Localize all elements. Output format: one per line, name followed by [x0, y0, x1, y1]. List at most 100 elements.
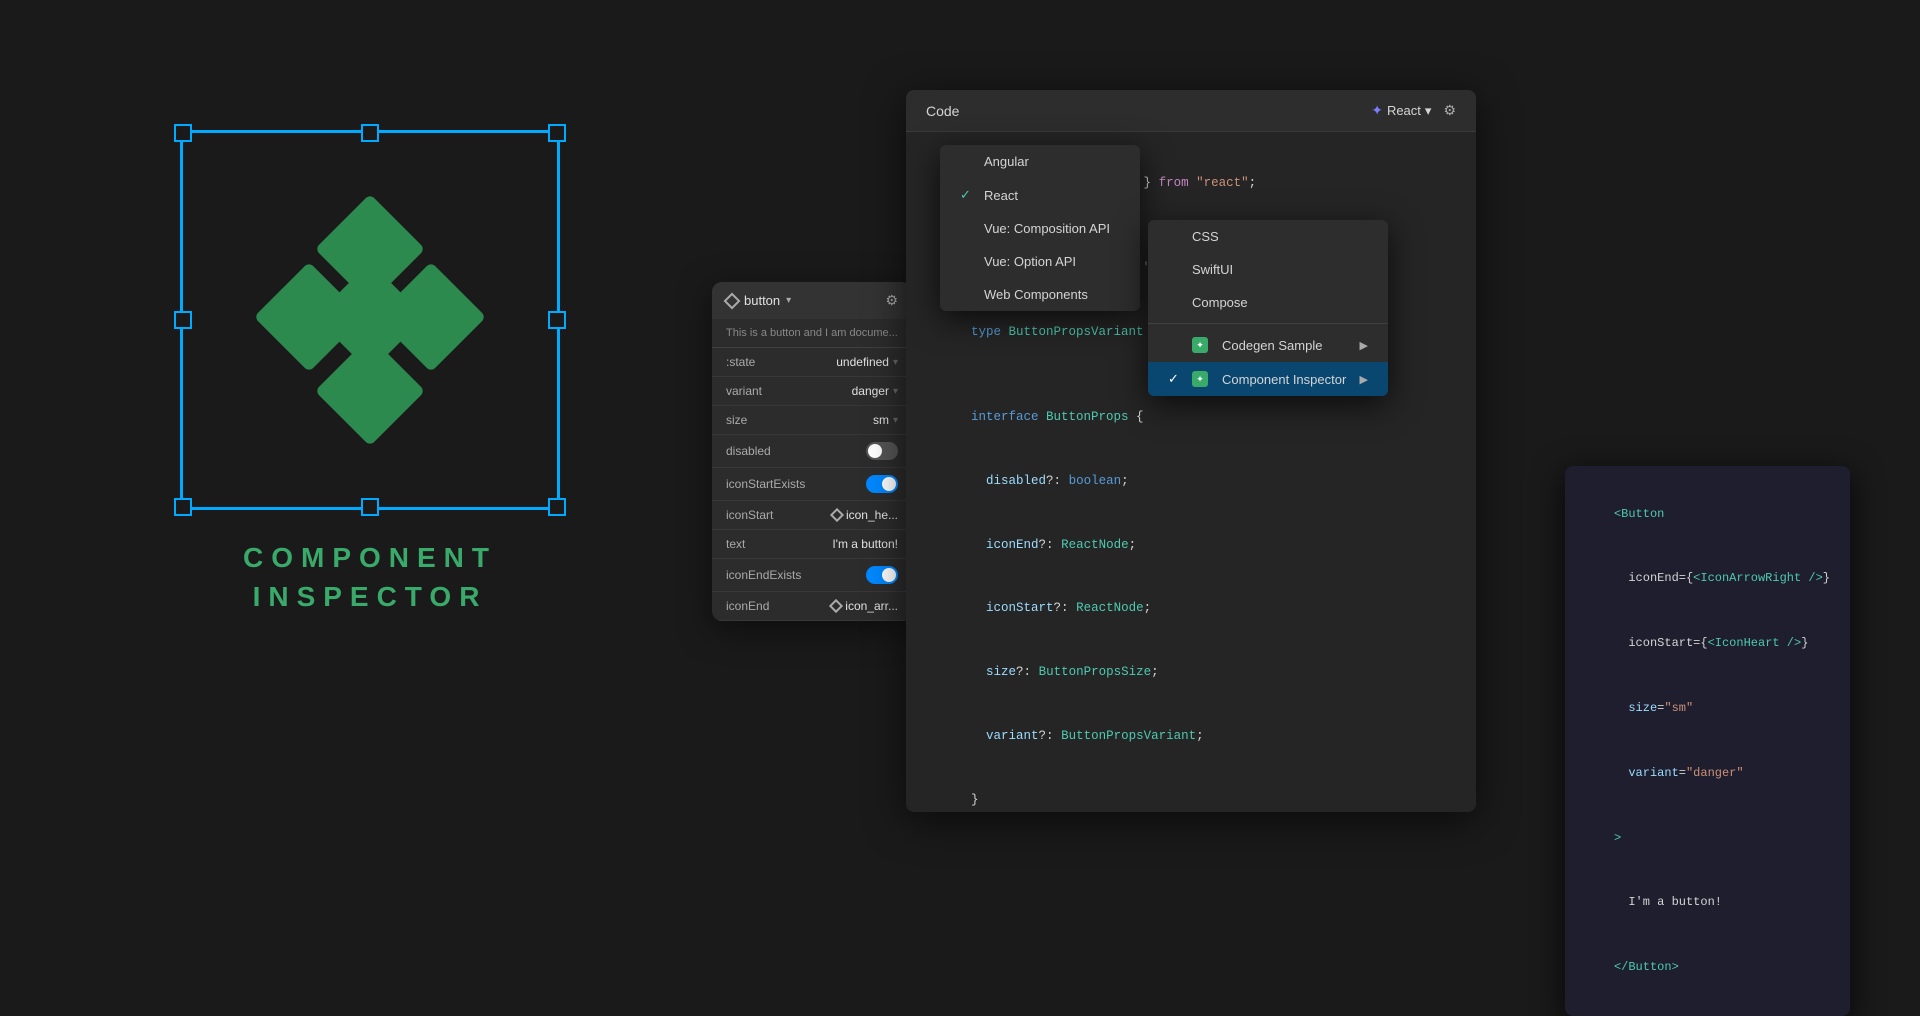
logo-frame — [180, 130, 560, 510]
snippet-line-2: iconEnd={<IconArrowRight />} — [1585, 547, 1830, 612]
snippet-line-3: iconStart={<IconHeart />} — [1585, 612, 1830, 677]
icon-diamond-icon — [829, 599, 843, 613]
check-icon — [960, 254, 976, 269]
check-icon: ✓ — [960, 187, 976, 203]
dropdown-item-vue-composition[interactable]: Vue: Composition API — [940, 212, 1140, 245]
arrow-right-icon: ▶ — [1360, 339, 1368, 352]
framework-selector[interactable]: ✦ React ▾ — [1371, 102, 1431, 119]
dropdown-item-web-components[interactable]: Web Components — [940, 278, 1140, 311]
dropdown-item-css[interactable]: CSS — [1148, 220, 1388, 253]
prop-state-label: :state — [726, 355, 755, 369]
icon-start-exists-toggle[interactable] — [866, 475, 898, 493]
props-settings-icon[interactable]: ⚙ — [885, 292, 898, 309]
corner-handle-tl[interactable] — [174, 124, 192, 142]
code-line-8: iconEnd?: ReactNode; — [926, 513, 1456, 577]
corner-handle-tm[interactable] — [361, 124, 379, 142]
code-header-right: ✦ React ▾ ⚙ — [1371, 102, 1456, 119]
code-line-11: variant?: ButtonPropsVariant; — [926, 705, 1456, 769]
logo-diamonds — [260, 210, 480, 430]
arrow-right-icon: ▶ — [1360, 373, 1368, 386]
props-panel: button ▾ ⚙ This is a button and I am doc… — [712, 282, 912, 621]
dropdown-label-css: CSS — [1192, 229, 1219, 244]
dropdown-label-angular: Angular — [984, 154, 1029, 169]
snippet-line-5: variant="danger" — [1585, 741, 1830, 806]
prop-icon-end[interactable]: iconEnd icon_arr... — [712, 592, 912, 621]
corner-handle-bm[interactable] — [361, 498, 379, 516]
dropdown-label-codegen-sample: Codegen Sample — [1222, 338, 1322, 353]
dropdown-label-web-components: Web Components — [984, 287, 1088, 302]
check-spacer — [1168, 338, 1184, 353]
chevron-down-icon: ▾ — [893, 357, 898, 368]
code-line-12: } — [926, 768, 1456, 812]
icon-end-exists-toggle[interactable] — [866, 566, 898, 584]
component-name: button — [744, 293, 780, 308]
prop-variant[interactable]: variant danger ▾ — [712, 377, 912, 406]
dropdown-label-vue-composition: Vue: Composition API — [984, 221, 1110, 236]
prop-text-value: I'm a button! — [832, 537, 898, 551]
dropdown-item-react[interactable]: ✓ React — [940, 178, 1140, 212]
divider — [1148, 323, 1388, 324]
dropdown-label-swiftui: SwiftUI — [1192, 262, 1233, 277]
code-line-7: disabled?: boolean; — [926, 450, 1456, 514]
prop-variant-label: variant — [726, 384, 762, 398]
dropdown-item-vue-option[interactable]: Vue: Option API — [940, 245, 1140, 278]
corner-handle-tr[interactable] — [548, 124, 566, 142]
code-line-10: size?: ButtonPropsSize; — [926, 641, 1456, 705]
diamond-bottom — [315, 336, 425, 446]
prop-variant-value[interactable]: danger ▾ — [852, 384, 898, 398]
chevron-down-icon: ▾ — [786, 295, 791, 306]
framework-dropdown: Angular ✓ React Vue: Composition API Vue… — [940, 145, 1140, 311]
snippet-line-1: <Button — [1585, 482, 1830, 547]
chevron-down-icon: ▾ — [1425, 103, 1432, 119]
check-spacer — [1168, 229, 1184, 244]
dropdown-item-swiftui[interactable]: SwiftUI — [1148, 253, 1388, 286]
corner-handle-mr[interactable] — [548, 311, 566, 329]
code-settings-icon[interactable]: ⚙ — [1443, 102, 1456, 119]
check-spacer — [1168, 295, 1184, 310]
icon-diamond-icon — [830, 508, 844, 522]
logo-area: COMPONENT INSPECTOR — [160, 130, 580, 616]
code-header: Code ✦ React ▾ ⚙ — [906, 90, 1476, 132]
prop-icon-start[interactable]: iconStart icon_he... — [712, 501, 912, 530]
prop-state-value[interactable]: undefined ▾ — [836, 355, 898, 369]
corner-handle-br[interactable] — [548, 498, 566, 516]
check-icon — [960, 221, 976, 236]
check-spacer — [1168, 262, 1184, 277]
prop-text-label: text — [726, 537, 745, 551]
code-snippet-overlay: <Button iconEnd={<IconArrowRight />} ico… — [1565, 466, 1850, 1016]
props-doc: This is a button and I am docume... — [712, 319, 912, 348]
dropdown-item-component-inspector[interactable]: ✓ ✦ Component Inspector ▶ — [1148, 362, 1388, 396]
snippet-line-4: size="sm" — [1585, 676, 1830, 741]
dropdown-item-angular[interactable]: Angular — [940, 145, 1140, 178]
corner-handle-bl[interactable] — [174, 498, 192, 516]
prop-size[interactable]: size sm ▾ — [712, 406, 912, 435]
code-panel-title: Code — [926, 103, 959, 119]
dropdown-item-codegen-sample[interactable]: ✦ Codegen Sample ▶ — [1148, 328, 1388, 362]
dropdown-label-react: React — [984, 188, 1018, 203]
prop-text[interactable]: text I'm a button! — [712, 530, 912, 559]
dropdown-item-compose[interactable]: Compose — [1148, 286, 1388, 319]
prop-state[interactable]: :state undefined ▾ — [712, 348, 912, 377]
prop-size-label: size — [726, 413, 747, 427]
prop-icon-end-value[interactable]: icon_arr... — [831, 599, 898, 613]
props-header-left: button ▾ — [726, 293, 791, 308]
prop-icon-start-label: iconStart — [726, 508, 773, 522]
prop-icon-start-exists-label: iconStartExists — [726, 477, 805, 491]
plugin-icon-codegen: ✦ — [1192, 337, 1208, 353]
prop-icon-start-value[interactable]: icon_he... — [832, 508, 898, 522]
check-icon — [960, 154, 976, 169]
chevron-down-icon: ▾ — [893, 415, 898, 426]
corner-handle-ml[interactable] — [174, 311, 192, 329]
dropdown-label-compose: Compose — [1192, 295, 1248, 310]
code-line-9: iconStart?: ReactNode; — [926, 577, 1456, 641]
prop-size-value[interactable]: sm ▾ — [873, 413, 898, 427]
disabled-toggle[interactable] — [866, 442, 898, 460]
prop-icon-start-exists: iconStartExists — [712, 468, 912, 501]
sparkle-icon: ✦ — [1371, 102, 1383, 119]
framework-label: React — [1387, 103, 1421, 118]
snippet-line-6: > — [1585, 806, 1830, 871]
codegen-dropdown: CSS SwiftUI Compose ✦ Codegen Sample ▶ ✓… — [1148, 220, 1388, 396]
snippet-line-8: </Button> — [1585, 935, 1830, 1000]
plugin-icon-ci: ✦ — [1192, 371, 1208, 387]
prop-icon-end-label: iconEnd — [726, 599, 769, 613]
